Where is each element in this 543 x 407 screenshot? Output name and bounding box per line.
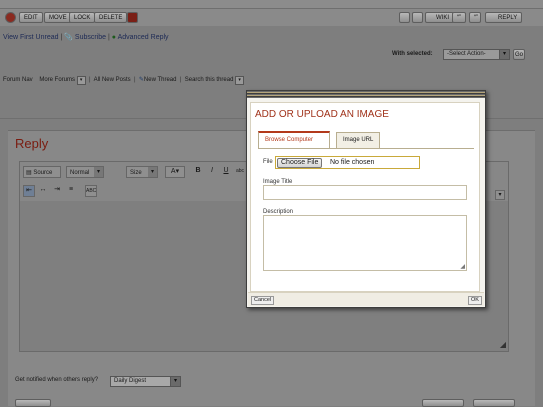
all-new-posts-link[interactable]: All New Posts [94, 77, 131, 83]
more-forums-dropdown[interactable]: More Forums ▾ [39, 76, 86, 85]
chevron-down-icon: ▾ [94, 167, 103, 177]
ok-button[interactable]: OK [468, 296, 482, 305]
size-dropdown[interactable]: Size ▾ [126, 166, 158, 178]
chevron-down-icon: ▾ [170, 377, 180, 386]
reply-heading: Reply [15, 136, 49, 151]
move-button[interactable]: MOVE [44, 12, 72, 23]
tab-underline [258, 148, 474, 149]
underline-icon[interactable]: U [220, 166, 232, 178]
tab-image-url[interactable]: Image URL [336, 132, 381, 149]
file-status: No file chosen [330, 159, 375, 166]
edit-button[interactable]: EDIT [19, 12, 43, 23]
advanced-reply-link[interactable]: Advanced Reply [118, 34, 169, 41]
top-strip [0, 0, 543, 9]
report-icon[interactable] [5, 12, 16, 23]
chevron-down-icon[interactable]: ▾ [495, 190, 505, 200]
warning-icon[interactable] [399, 12, 410, 23]
dialog-header-stripe [247, 91, 485, 98]
align-left-icon[interactable]: ⇤ [23, 185, 35, 197]
justify-icon[interactable]: ≡ [65, 185, 77, 197]
reply-button[interactable]: REPLY [485, 12, 523, 23]
source-button[interactable]: ▤ Source [23, 166, 61, 178]
separator: | [178, 77, 184, 83]
align-right-icon[interactable]: ⇥ [51, 185, 63, 197]
separator: | [87, 77, 93, 83]
advanced-reply-icon: ● [111, 34, 116, 41]
cancel-reply-button[interactable] [473, 399, 515, 407]
description-textarea[interactable]: ◢ [263, 215, 467, 271]
chevron-down-icon: ▾ [76, 76, 86, 85]
lock-button[interactable]: LOCK [69, 12, 96, 23]
delete-button[interactable]: DELETE [94, 12, 128, 23]
dialog-footer [248, 292, 484, 306]
format-dropdown[interactable]: Normal ▾ [66, 166, 104, 178]
cancel-button[interactable]: Cancel [251, 296, 275, 305]
tab-browse-computer[interactable]: Browse Computer [258, 131, 330, 148]
chevron-down-icon: ▾ [499, 50, 509, 59]
paperclip-icon: 📎 [64, 34, 73, 41]
dialog-title: ADD OR UPLOAD AN IMAGE [255, 109, 389, 120]
thread-links: View First Unread | 📎 Subscribe | ● Adva… [3, 33, 169, 41]
new-thread-link[interactable]: New Thread [144, 77, 177, 83]
subscribe-link[interactable]: Subscribe [75, 34, 106, 41]
post-reply-button[interactable] [15, 399, 51, 407]
notify-dropdown[interactable]: Daily Digest ▾ [110, 376, 181, 387]
image-title-input[interactable] [263, 185, 467, 200]
post-action-bar: EDIT MOVE LOCK DELETE WIKI “” “” REPLY [0, 9, 543, 26]
chevron-down-icon: ▾ [148, 167, 157, 177]
view-first-unread-link[interactable]: View First Unread [3, 34, 59, 41]
forum-nav-bar: Forum Nav More Forums ▾ | All New Posts … [3, 76, 245, 85]
align-center-icon[interactable]: ↔ [37, 185, 49, 197]
preview-button[interactable] [422, 399, 464, 407]
select-action-value: -Select Action- [447, 51, 486, 57]
bold-icon[interactable]: B [192, 166, 204, 178]
italic-icon[interactable]: I [206, 166, 218, 178]
notify-label: Get notified when others reply? [15, 377, 99, 383]
resize-handle-icon[interactable]: ◢ [460, 263, 465, 270]
quote-button[interactable]: “” [469, 12, 481, 23]
select-action-dropdown[interactable]: -Select Action- ▾ [443, 49, 510, 60]
file-input[interactable]: Choose File No file chosen [275, 156, 420, 169]
multi-quote-button[interactable]: “” [452, 12, 466, 23]
go-button[interactable]: Go [513, 49, 526, 60]
separator: | [132, 77, 138, 83]
thumbs-up-icon[interactable] [412, 12, 423, 23]
with-selected-label: With selected: [392, 51, 433, 57]
choose-file-button[interactable]: Choose File [277, 158, 323, 168]
strike-icon[interactable]: abc [234, 166, 246, 178]
text-color-icon[interactable]: A▾ [165, 166, 185, 178]
chevron-down-icon: ▾ [235, 76, 245, 85]
wiki-button[interactable]: WIKI [425, 12, 454, 23]
resize-handle-icon[interactable]: ◢ [500, 340, 506, 349]
file-label: File [263, 159, 273, 165]
search-thread-dropdown[interactable]: Search this thread ▾ [185, 76, 245, 85]
spellcheck-icon[interactable]: ABC [85, 185, 97, 197]
forum-nav-label[interactable]: Forum Nav [3, 77, 33, 83]
flag-icon[interactable] [127, 12, 138, 23]
source-icon: ▤ [26, 170, 32, 176]
